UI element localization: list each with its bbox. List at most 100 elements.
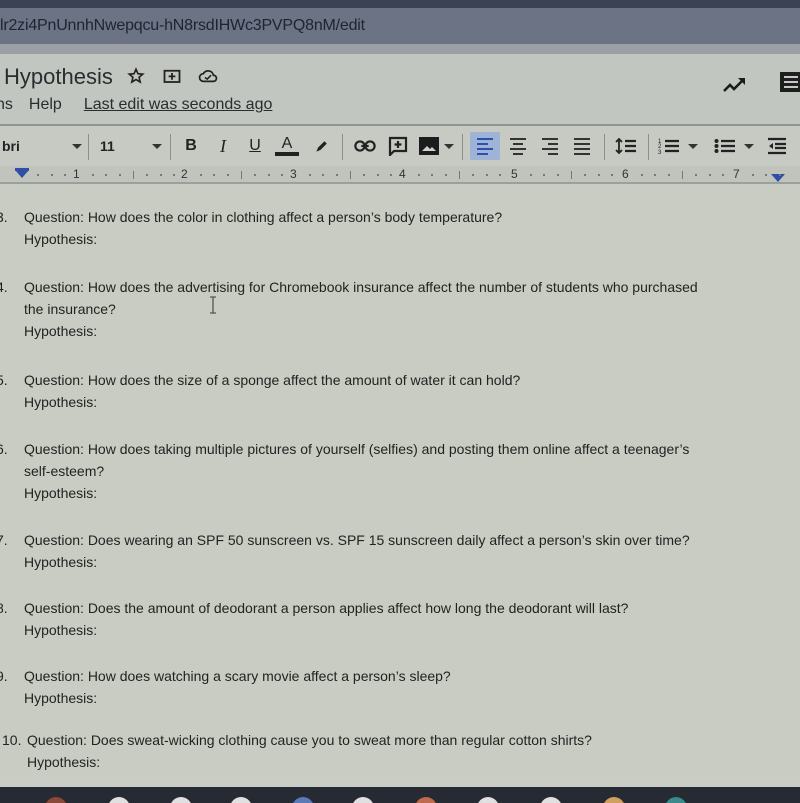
add-comment-button[interactable]: [386, 134, 410, 158]
ruler-tick: [213, 174, 216, 176]
ruler-tick: [308, 174, 311, 176]
image-icon: [418, 137, 439, 155]
text-cursor-icon: [210, 296, 216, 314]
ruler-number: 7: [733, 167, 740, 181]
question-text[interactable]: the insurance?: [24, 298, 116, 320]
menu-item-help[interactable]: Help: [29, 96, 62, 114]
toolbar-separator: [170, 134, 171, 160]
question-text[interactable]: Question: How does the size of a sponge …: [24, 369, 520, 391]
hypothesis-label[interactable]: Hypothesis:: [24, 391, 97, 413]
hypothesis-label[interactable]: Hypothesis:: [24, 228, 97, 250]
taskbar-app-icon[interactable]: [665, 797, 687, 803]
ruler-tick: [597, 174, 600, 176]
underline-button[interactable]: U: [244, 134, 266, 158]
taskbar-app-icon[interactable]: [230, 797, 252, 803]
ruler-number: 3: [290, 167, 297, 181]
question-text[interactable]: self-esteem?: [24, 460, 104, 482]
align-center-button[interactable]: [506, 134, 530, 158]
ruler-tick: [105, 174, 108, 176]
question-number: 3.: [0, 209, 8, 225]
last-edit-link[interactable]: Last edit was seconds ago: [84, 96, 273, 114]
ruler-tick: [529, 174, 532, 176]
chevron-down-icon: [72, 143, 82, 149]
question-number: 10.: [2, 732, 22, 748]
formatting-toolbar: bri 11 B I U A 123: [0, 126, 800, 166]
ruler[interactable]: 1 2 3 4 5 6 7: [0, 166, 800, 184]
question-text[interactable]: Question: How does taking multiple pictu…: [24, 438, 689, 460]
chevron-down-icon: [744, 143, 754, 149]
ruler-tick: [556, 174, 559, 176]
ruler-tick: [611, 174, 614, 176]
ruler-tick: [199, 174, 202, 176]
ruler-tick: [722, 174, 725, 176]
hypothesis-label[interactable]: Hypothesis:: [24, 320, 97, 342]
question-number: 9.: [0, 668, 8, 684]
bold-button[interactable]: B: [180, 134, 202, 158]
hypothesis-label[interactable]: Hypothesis:: [24, 687, 97, 709]
font-size-value: 11: [100, 138, 115, 154]
justify-button[interactable]: [570, 134, 594, 158]
ruler-tick: [363, 174, 366, 176]
ruler-tick: [50, 174, 53, 176]
document-page[interactable]: 3. Question: How does the color in clothi…: [0, 186, 800, 776]
question-number: 5.: [0, 372, 8, 388]
hypothesis-label[interactable]: Hypothesis:: [24, 551, 97, 573]
taskbar-app-icon[interactable]: [352, 797, 374, 803]
menu-item-extensions[interactable]: ns: [0, 96, 13, 114]
taskbar-app-icon[interactable]: [108, 797, 130, 803]
taskbar-app-icon[interactable]: [477, 797, 499, 803]
question-text[interactable]: Question: Does sweat-wicking clothing ca…: [27, 729, 592, 751]
question-text[interactable]: Question: How does watching a scary movi…: [24, 665, 451, 687]
ruler-tick: [499, 174, 502, 176]
address-bar[interactable]: lr2zi4PnUnnhNwepqcu-hN8rsdIHWc3PVPQ8nM/e…: [0, 8, 800, 44]
taskbar-app-icon[interactable]: [292, 797, 314, 803]
italic-button[interactable]: I: [212, 134, 234, 158]
text-color-button[interactable]: A: [274, 134, 300, 158]
activity-trend-icon[interactable]: [722, 74, 748, 94]
question-number: 6.: [0, 441, 8, 457]
taskbar-app-icon[interactable]: [170, 797, 192, 803]
numbered-list-button[interactable]: 123: [656, 134, 700, 158]
highlight-pen-button[interactable]: [310, 134, 334, 158]
hypothesis-label[interactable]: Hypothesis:: [24, 619, 97, 641]
window-top-strip: [0, 0, 800, 8]
insert-image-button[interactable]: [418, 134, 454, 158]
hypothesis-label[interactable]: Hypothesis:: [27, 751, 100, 773]
comments-icon[interactable]: [780, 72, 800, 92]
toolbar-separator: [604, 134, 605, 160]
taskbar-app-icon[interactable]: [415, 797, 437, 803]
document-title[interactable]: Hypothesis: [4, 64, 113, 90]
decrease-indent-button[interactable]: [764, 134, 790, 158]
decrease-indent-icon: [768, 137, 786, 155]
ruler-tick: [64, 174, 67, 176]
insert-link-button[interactable]: [352, 134, 378, 158]
add-comment-icon: [388, 136, 408, 156]
cloud-saved-icon[interactable]: [198, 66, 218, 86]
question-text[interactable]: Question: Does the amount of deodorant a…: [24, 597, 628, 619]
ruler-tick: [376, 174, 379, 176]
star-icon[interactable]: [126, 66, 146, 86]
taskbar-app-icon[interactable]: [540, 797, 562, 803]
ruler-tick: [267, 174, 270, 176]
move-to-folder-icon[interactable]: [162, 66, 182, 86]
align-left-button[interactable]: [470, 132, 500, 160]
question-text[interactable]: Question: How does the advertising for C…: [24, 276, 698, 298]
link-icon: [354, 140, 376, 152]
taskbar-app-icon[interactable]: [45, 797, 67, 803]
hypothesis-label[interactable]: Hypothesis:: [24, 482, 97, 504]
align-right-button[interactable]: [538, 134, 562, 158]
ruler-half-tick: [132, 171, 134, 179]
question-text[interactable]: Question: Does wearing an SPF 50 sunscre…: [24, 529, 690, 551]
ruler-tick: [584, 174, 587, 176]
bulleted-list-button[interactable]: [712, 134, 756, 158]
line-spacing-button[interactable]: [612, 134, 640, 158]
font-size-select[interactable]: 11: [100, 134, 162, 158]
font-family-select[interactable]: bri: [2, 134, 82, 158]
url-text[interactable]: lr2zi4PnUnnhNwepqcu-hN8rsdIHWc3PVPQ8nM/e…: [0, 17, 365, 35]
toolbar-separator: [342, 134, 343, 160]
ruler-tick: [322, 174, 325, 176]
ruler-tick: [472, 174, 475, 176]
left-indent-handle[interactable]: [15, 170, 29, 178]
taskbar-app-icon[interactable]: [603, 797, 625, 803]
question-text[interactable]: Question: How does the color in clothing…: [24, 206, 502, 228]
